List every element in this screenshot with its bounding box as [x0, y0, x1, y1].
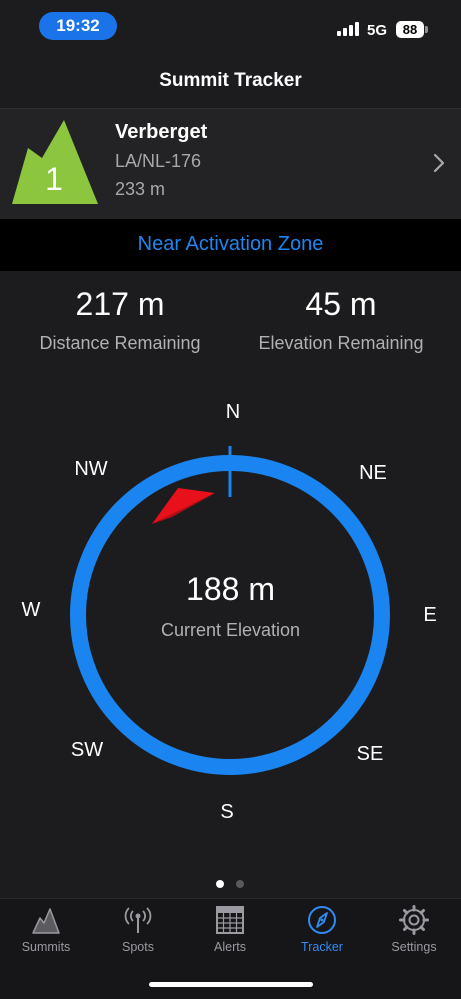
page-dot[interactable] [236, 880, 244, 888]
current-elevation-label: Current Elevation [160, 620, 301, 640]
compass-label-s: S [220, 801, 234, 823]
compass-label-se: SE [356, 743, 384, 765]
summit-altitude: 233 m [115, 179, 166, 199]
compass-label-ne: NE [359, 462, 387, 484]
compass-icon [308, 906, 336, 934]
tab-label-alerts: Alerts [214, 940, 246, 954]
compass-label-n: N [225, 401, 241, 423]
tab-alerts[interactable]: Alerts [184, 904, 276, 954]
current-elevation-value: 188 m [186, 571, 275, 607]
zone-status-text: Near Activation Zone [137, 233, 324, 255]
status-time: 19:32 [39, 12, 117, 40]
direction-pointer-icon [152, 488, 215, 524]
compass-ring [70, 455, 390, 775]
summit-rank: 1 [45, 161, 63, 197]
antenna-icon [124, 907, 152, 933]
elevation-remaining-value: 45 m [305, 286, 377, 322]
compass-label-sw: SW [70, 739, 104, 761]
tab-spots[interactable]: Spots [92, 904, 184, 954]
page-dot-active[interactable] [216, 880, 224, 888]
mountain-icon: 1 [12, 120, 98, 204]
battery-level: 88 [402, 22, 418, 37]
tab-summits[interactable]: Summits [0, 904, 92, 954]
summit-reference: LA/NL-176 [115, 151, 202, 171]
compass-label-nw: NW [74, 458, 108, 480]
tab-settings[interactable]: Settings [368, 904, 460, 954]
chevron-right-icon[interactable] [430, 152, 450, 174]
home-indicator[interactable] [149, 982, 313, 987]
page-title: Summit Tracker [159, 70, 302, 91]
network-type: 5G [367, 22, 388, 39]
elevation-remaining-label: Elevation Remaining [258, 333, 424, 353]
distance-remaining-label: Distance Remaining [39, 333, 201, 353]
distance-remaining-value: 217 m [75, 286, 165, 322]
summit-name: Verberget [115, 121, 208, 143]
tab-label-spots: Spots [122, 940, 154, 954]
battery-icon: 88 [396, 21, 424, 38]
mountain-outline-icon [32, 908, 60, 934]
cellular-signal-icon [337, 22, 359, 36]
tab-tracker[interactable]: Tracker [276, 904, 368, 954]
calendar-icon [216, 906, 244, 934]
tab-label-summits: Summits [21, 940, 71, 954]
battery-tip [425, 26, 428, 33]
tab-label-settings: Settings [391, 940, 437, 954]
compass-dial [70, 446, 390, 775]
tab-label-tracker: Tracker [301, 940, 343, 954]
gear-icon [399, 905, 429, 935]
